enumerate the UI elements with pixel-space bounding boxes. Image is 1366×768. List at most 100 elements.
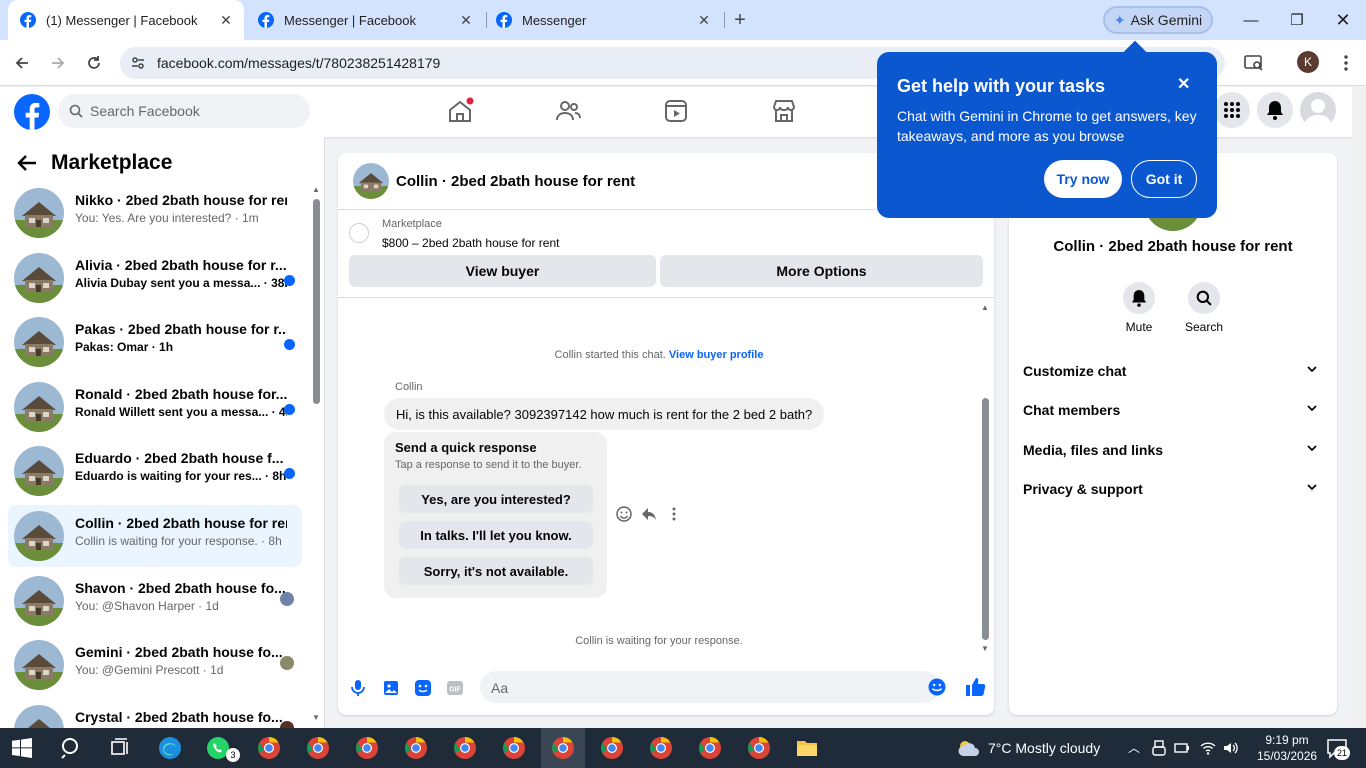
clock[interactable]: 9:19 pm 15/03/2026 (1257, 732, 1317, 764)
tab-messenger-2[interactable]: Messenger | Facebook ✕ (250, 0, 484, 40)
customize-chat-row[interactable]: Customize chat (1023, 363, 1323, 379)
chrome-app-icon[interactable] (600, 736, 624, 760)
chrome-app-icon[interactable] (355, 736, 379, 760)
thumbs-up-icon[interactable] (964, 676, 986, 698)
quick-response-in-talks[interactable]: In talks. I'll let you know. (399, 521, 593, 549)
emoji-icon[interactable] (928, 678, 946, 696)
edge-browser-icon[interactable] (158, 736, 182, 760)
conversation-item[interactable]: Pakas · 2bed 2bath house for r... Pakas: … (8, 311, 302, 373)
chat-scrollbar[interactable] (982, 398, 989, 640)
window-close-icon[interactable]: ✕ (1320, 0, 1366, 40)
wifi-icon[interactable] (1200, 740, 1216, 756)
scroll-up-icon[interactable]: ▲ (981, 303, 989, 312)
chrome-app-icon[interactable] (698, 736, 722, 760)
page-scrollbar[interactable] (1352, 87, 1366, 728)
media-files-links-row[interactable]: Media, files and links (1023, 442, 1323, 458)
task-view-icon[interactable] (108, 736, 132, 760)
conversation-item[interactable]: Gemini · 2bed 2bath house fo... You: @Gem… (8, 634, 302, 696)
search-chat-button[interactable]: Search (1174, 282, 1234, 334)
profile-avatar[interactable]: K (1297, 51, 1319, 73)
chrome-app-icon[interactable] (404, 736, 428, 760)
chrome-app-icon[interactable] (649, 736, 673, 760)
chat-started-notice: Collin started this chat. View buyer pro… (338, 349, 980, 361)
react-emoji-icon[interactable] (615, 505, 633, 523)
conversation-item[interactable]: Nikko · 2bed 2bath house for rent You: Ye… (8, 182, 302, 244)
scroll-down-icon[interactable]: ▼ (312, 713, 320, 722)
listing-title[interactable]: $800 – 2bed 2bath house for rent (382, 236, 559, 250)
marketplace-icon[interactable] (770, 97, 798, 125)
forward-arrow-icon[interactable] (46, 51, 70, 75)
gif-icon[interactable]: GIF (445, 678, 465, 698)
chrome-app-icon[interactable] (502, 736, 526, 760)
got-it-button[interactable]: Got it (1131, 160, 1197, 198)
video-icon[interactable] (662, 97, 690, 125)
scroll-up-icon[interactable]: ▲ (312, 185, 320, 194)
quick-response-yes[interactable]: Yes, are you interested? (399, 485, 593, 513)
try-now-button[interactable]: Try now (1044, 160, 1122, 198)
microphone-icon[interactable] (348, 678, 368, 698)
menu-grid-button[interactable] (1214, 92, 1250, 128)
reply-icon[interactable] (640, 505, 658, 523)
message-bubble[interactable]: Hi, is this available? 3092397142 how mu… (384, 398, 825, 430)
conversation-item[interactable]: Alivia · 2bed 2bath house for r... Alivia… (8, 247, 302, 309)
restore-icon[interactable]: ❐ (1274, 0, 1320, 40)
weather-text[interactable]: 7°C Mostly cloudy (988, 740, 1100, 756)
chrome-menu-icon[interactable] (1334, 51, 1358, 75)
message-input[interactable]: Aa (480, 671, 946, 703)
privacy-support-row[interactable]: Privacy & support (1023, 481, 1323, 497)
chrome-app-icon[interactable] (747, 736, 771, 760)
notifications-button[interactable] (1257, 92, 1293, 128)
facebook-logo-icon[interactable] (14, 94, 50, 130)
more-options-button[interactable]: More Options (660, 255, 983, 287)
chrome-app-icon[interactable] (453, 736, 477, 760)
chrome-app-icon[interactable] (306, 736, 330, 760)
view-buyer-button[interactable]: View buyer (349, 255, 656, 287)
conversation-item[interactable]: Shavon · 2bed 2bath house fo... You: @Sha… (8, 570, 302, 632)
view-buyer-profile-link[interactable]: View buyer profile (669, 349, 764, 361)
scroll-down-icon[interactable]: ▼ (981, 644, 989, 653)
photo-icon[interactable] (381, 678, 401, 698)
new-tab-icon[interactable]: + (728, 8, 752, 32)
tab-messenger-3[interactable]: Messenger ✕ (488, 0, 722, 40)
conversation-item[interactable]: Eduardo · 2bed 2bath house f... Eduardo i… (8, 440, 302, 502)
account-avatar[interactable] (1300, 92, 1336, 128)
usb-device-icon[interactable] (1152, 740, 1166, 756)
back-arrow-icon[interactable] (16, 153, 38, 173)
conversation-item[interactable]: Crystal · 2bed 2bath house fo... (8, 699, 302, 728)
close-tab-icon[interactable]: ✕ (456, 12, 476, 29)
chrome-app-icon[interactable] (551, 736, 575, 760)
windows-start-icon[interactable] (12, 738, 32, 758)
conversation-item[interactable]: Ronald · 2bed 2bath house for... Ronald W… (8, 376, 302, 438)
chat-avatar[interactable] (353, 163, 389, 199)
tab-messenger-1[interactable]: (1) Messenger | Facebook ✕ (8, 0, 244, 40)
close-tab-icon[interactable]: ✕ (694, 12, 714, 29)
facebook-search-input[interactable]: Search Facebook (58, 94, 310, 128)
more-vertical-icon[interactable] (665, 505, 683, 523)
back-arrow-icon[interactable] (10, 51, 34, 75)
tab-search-icon[interactable] (1242, 51, 1266, 75)
site-info-icon[interactable] (130, 55, 146, 71)
file-explorer-icon[interactable] (795, 736, 819, 760)
volume-icon[interactable] (1222, 740, 1238, 756)
show-hidden-icons-icon[interactable]: ︿ (1128, 739, 1140, 756)
ask-gemini-button[interactable]: ✦ Ask Gemini (1103, 6, 1213, 34)
close-icon[interactable]: ✕ (1177, 74, 1190, 94)
battery-icon[interactable] (1174, 740, 1190, 756)
chat-title[interactable]: Collin · 2bed 2bath house for rent (396, 173, 635, 190)
house-photo (14, 252, 64, 303)
chat-members-row[interactable]: Chat members (1023, 402, 1323, 418)
minimize-icon[interactable]: — (1228, 0, 1274, 40)
mute-button[interactable]: Mute (1109, 282, 1169, 334)
close-tab-icon[interactable]: ✕ (216, 12, 236, 29)
gemini-popup-body: Chat with Gemini in Chrome to get answer… (897, 108, 1197, 144)
conversation-item[interactable]: Collin · 2bed 2bath house for rent Collin… (8, 505, 302, 567)
search-icon[interactable] (60, 736, 84, 760)
url-text: facebook.com/messages/t/780238251428179 (157, 55, 441, 71)
friends-icon[interactable] (554, 97, 582, 125)
sidebar-scrollbar[interactable] (313, 199, 320, 404)
home-icon[interactable] (446, 97, 474, 125)
quick-response-not-available[interactable]: Sorry, it's not available. (399, 557, 593, 585)
sticker-icon[interactable] (413, 678, 433, 698)
reload-icon[interactable] (82, 51, 106, 75)
chrome-app-icon[interactable] (257, 736, 281, 760)
